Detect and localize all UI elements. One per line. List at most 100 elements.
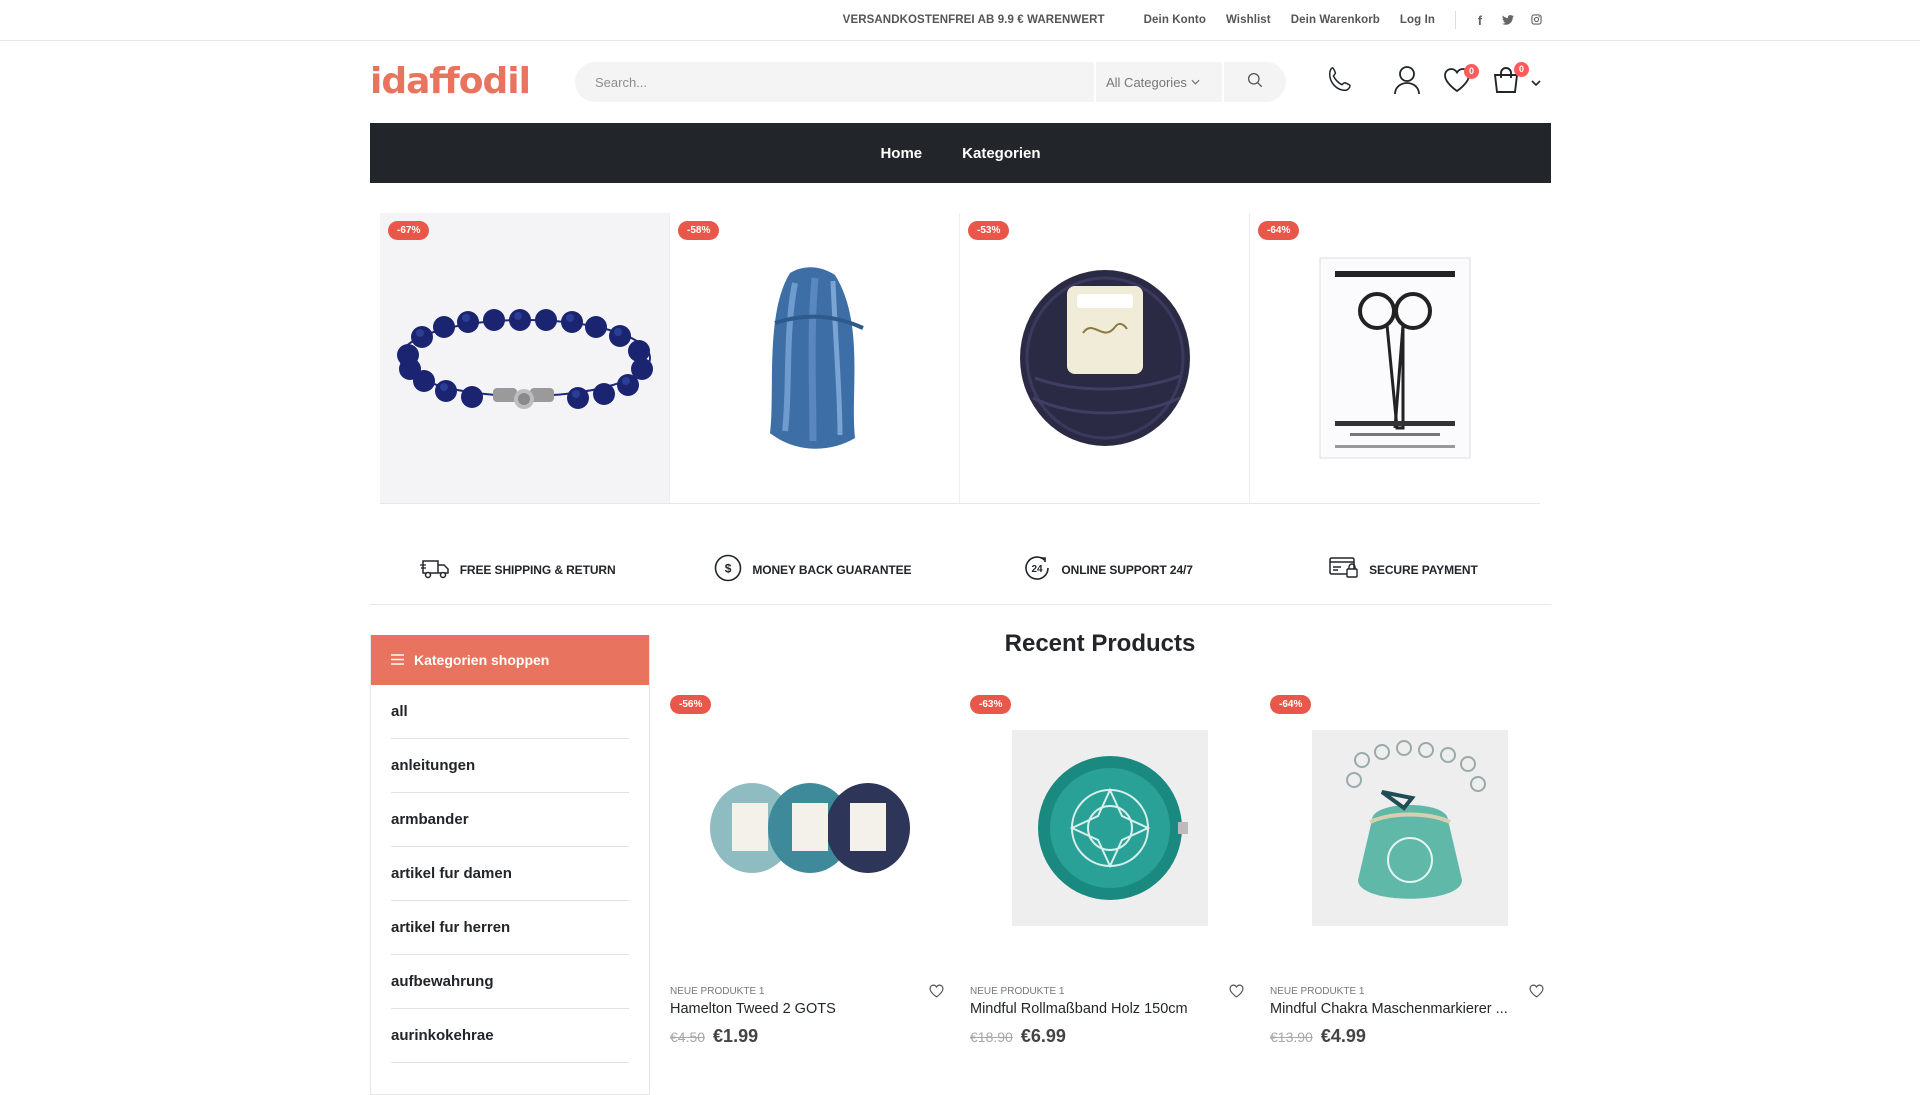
cart-icon[interactable]: 0 bbox=[1491, 61, 1529, 100]
heart-icon[interactable] bbox=[1229, 984, 1244, 1003]
category-item[interactable]: artikel fur damen bbox=[391, 847, 629, 901]
carousel-slide[interactable]: -58% bbox=[670, 213, 960, 503]
product-prices: €4.50 €1.99 bbox=[670, 1026, 950, 1047]
discount-badge: -53% bbox=[968, 221, 1010, 240]
menu-icon bbox=[391, 652, 404, 668]
truck-icon bbox=[419, 557, 450, 582]
bracelet-image bbox=[396, 309, 653, 409]
category-select-label: All Categories bbox=[1106, 74, 1187, 90]
search-bar: All Categories bbox=[575, 62, 1286, 102]
twitter-icon[interactable] bbox=[1494, 13, 1522, 28]
search-icon bbox=[1247, 72, 1263, 93]
measuring-tape-image bbox=[1012, 729, 1208, 926]
sidebar-title: Kategorien shoppen bbox=[414, 652, 550, 668]
scissors-card-image bbox=[1319, 257, 1471, 459]
product-card: -56% NEUE PRODUKTE 1 Hamelton Tweed 2 GO… bbox=[670, 695, 950, 1047]
discount-badge: -64% bbox=[1270, 695, 1312, 714]
carousel-slide[interactable]: -53% bbox=[960, 213, 1250, 503]
yarn-ball-image bbox=[1019, 270, 1190, 446]
feature-support: 24 ONLINE SUPPORT 24/7 bbox=[961, 535, 1256, 604]
feature-money-back: $ MONEY BACK GUARANTEE bbox=[665, 535, 960, 604]
heart-icon[interactable] bbox=[1529, 984, 1544, 1003]
feature-label: MONEY BACK GUARANTEE bbox=[752, 562, 912, 577]
discount-badge: -64% bbox=[1258, 221, 1300, 240]
carousel-slide[interactable]: -64% bbox=[1250, 213, 1540, 503]
stitch-marker-pouch-image bbox=[1312, 729, 1508, 926]
product-category[interactable]: NEUE PRODUKTE 1 bbox=[670, 986, 950, 997]
category-item[interactable]: anleitungen bbox=[391, 739, 629, 793]
product-meta: NEUE PRODUKTE 1 Hamelton Tweed 2 GOTS €4… bbox=[670, 984, 950, 1047]
nav-item-home[interactable]: Home bbox=[880, 145, 922, 162]
category-item[interactable]: artikel fur herren bbox=[391, 901, 629, 955]
old-price: €18.90 bbox=[970, 1029, 1013, 1045]
old-price: €4.50 bbox=[670, 1029, 706, 1045]
heart-icon[interactable] bbox=[929, 984, 944, 1003]
support-24-icon: 24 bbox=[1023, 554, 1051, 585]
section-title: Recent Products bbox=[1004, 630, 1196, 657]
price: €1.99 bbox=[713, 1026, 759, 1046]
social-links: f bbox=[1466, 13, 1550, 28]
wishlist-icon[interactable]: 0 bbox=[1443, 63, 1479, 98]
category-item[interactable]: all bbox=[391, 685, 629, 739]
top-bar-content: VERSANDKOSTENFREI AB 9.9 € WARENWERT Dei… bbox=[843, 0, 1550, 40]
instagram-icon[interactable] bbox=[1522, 13, 1550, 28]
discount-badge: -58% bbox=[678, 221, 720, 240]
sidebar-header[interactable]: Kategorien shoppen bbox=[371, 635, 649, 685]
discount-badge: -56% bbox=[670, 695, 712, 714]
product-card: -64% NEUE PRODUKTE 1 Mindful Chakra Masc… bbox=[1270, 695, 1550, 1047]
product-grid: -56% NEUE PRODUKTE 1 Hamelton Tweed 2 GO… bbox=[670, 695, 1550, 1047]
product-prices: €13.90 €4.99 bbox=[1270, 1026, 1550, 1047]
old-price: €13.90 bbox=[1270, 1029, 1313, 1045]
card-icon bbox=[1329, 556, 1359, 583]
feature-secure-payment: SECURE PAYMENT bbox=[1256, 535, 1551, 604]
top-bar: VERSANDKOSTENFREI AB 9.9 € WARENWERT Dei… bbox=[0, 0, 1920, 41]
cart-link[interactable]: Dein Warenkorb bbox=[1291, 14, 1380, 26]
feature-label: ONLINE SUPPORT 24/7 bbox=[1061, 562, 1193, 577]
wishlist-link[interactable]: Wishlist bbox=[1226, 14, 1271, 26]
svg-text:$: $ bbox=[725, 562, 732, 576]
features-bar: FREE SHIPPING & RETURN $ MONEY BACK GUAR… bbox=[370, 535, 1551, 605]
price: €4.99 bbox=[1320, 1026, 1366, 1046]
chevron-down-icon[interactable] bbox=[1531, 73, 1541, 91]
price: €6.99 bbox=[1020, 1026, 1066, 1046]
nav-item-kategorien[interactable]: Kategorien bbox=[962, 145, 1040, 162]
user-icon[interactable] bbox=[1393, 65, 1421, 100]
divider bbox=[1455, 11, 1456, 29]
product-name[interactable]: Mindful Chakra Maschenmarkierer ... bbox=[1270, 1001, 1520, 1017]
product-card: -63% NEUE PRODUKTE 1 Mindful Rollmaßband… bbox=[970, 695, 1250, 1047]
carousel-slide[interactable]: -67% bbox=[380, 213, 670, 503]
category-item[interactable]: aufbewahrung bbox=[391, 955, 629, 1009]
shipping-notice: VERSANDKOSTENFREI AB 9.9 € WARENWERT bbox=[842, 14, 1105, 26]
category-sidebar: Kategorien shoppen all anleitungen armba… bbox=[370, 635, 650, 1095]
search-input[interactable] bbox=[575, 74, 1094, 90]
product-image[interactable] bbox=[1270, 695, 1550, 960]
category-select[interactable]: All Categories bbox=[1094, 62, 1222, 102]
product-image[interactable] bbox=[670, 695, 950, 960]
yarn-trio-image bbox=[710, 782, 910, 873]
product-category[interactable]: NEUE PRODUKTE 1 bbox=[970, 986, 1250, 997]
dollar-icon: $ bbox=[714, 554, 742, 585]
category-item[interactable]: aurinkokehrae bbox=[391, 1009, 629, 1063]
product-image[interactable] bbox=[970, 695, 1250, 960]
phone-icon[interactable] bbox=[1325, 65, 1355, 100]
product-meta: NEUE PRODUKTE 1 Mindful Rollmaßband Holz… bbox=[970, 984, 1250, 1047]
header: idaffodil All Categories 0 0 bbox=[0, 41, 1920, 123]
logo[interactable]: idaffodil bbox=[370, 61, 531, 102]
product-category[interactable]: NEUE PRODUKTE 1 bbox=[1270, 986, 1550, 997]
discount-badge: -63% bbox=[970, 695, 1012, 714]
wishlist-count-badge: 0 bbox=[1464, 63, 1479, 79]
facebook-icon[interactable]: f bbox=[1466, 13, 1494, 28]
login-link[interactable]: Log In bbox=[1400, 14, 1435, 26]
header-icons: 0 0 bbox=[1325, 61, 1541, 103]
category-list: all anleitungen armbander artikel fur da… bbox=[371, 685, 649, 1063]
product-name[interactable]: Mindful Rollmaßband Holz 150cm bbox=[970, 1001, 1220, 1017]
search-button[interactable] bbox=[1222, 62, 1286, 102]
cart-count-badge: 0 bbox=[1514, 61, 1529, 77]
feature-label: FREE SHIPPING & RETURN bbox=[459, 562, 616, 577]
product-carousel: -67% -58% -53% -64% bbox=[380, 213, 1540, 504]
category-item[interactable]: armbander bbox=[391, 793, 629, 847]
account-link[interactable]: Dein Konto bbox=[1144, 14, 1206, 26]
product-name[interactable]: Hamelton Tweed 2 GOTS bbox=[670, 1001, 920, 1017]
yarn-skein-image bbox=[769, 267, 864, 449]
product-meta: NEUE PRODUKTE 1 Mindful Chakra Maschenma… bbox=[1270, 984, 1550, 1047]
